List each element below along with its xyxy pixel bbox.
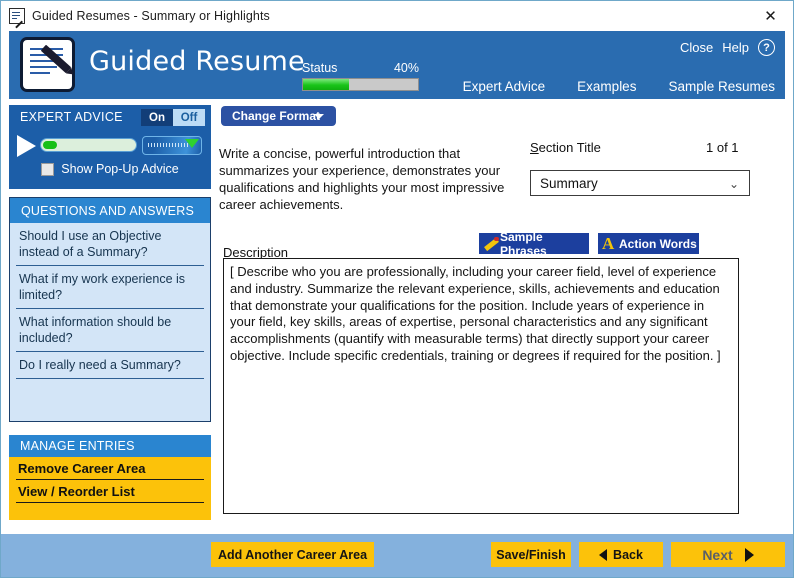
chevron-down-icon: ⌄ (729, 177, 739, 191)
footer-toolbar: Add Another Career Area Save/Finish Back… (1, 534, 793, 577)
pencil-icon (483, 236, 499, 251)
add-another-career-area-button[interactable]: Add Another Career Area (211, 542, 374, 567)
back-button[interactable]: Back (579, 542, 663, 567)
manage-entries-header: MANAGE ENTRIES (9, 435, 211, 457)
volume-handle-icon[interactable] (185, 139, 199, 148)
qa-list: Should I use an Objective instead of a S… (10, 223, 210, 379)
seek-fill (43, 141, 57, 149)
list-item[interactable]: What information should be included? (16, 309, 204, 352)
section-title-rest: ection Title (539, 140, 601, 155)
list-item[interactable]: Do I really need a Summary? (16, 352, 204, 379)
expert-advice-toggle: On Off (141, 109, 205, 126)
examples-link[interactable]: Examples (577, 79, 636, 94)
show-popup-advice-label: Show Pop-Up Advice (61, 162, 178, 176)
change-format-button[interactable]: Change Format (221, 106, 336, 126)
section-title-label: Section Title (530, 140, 601, 155)
window-title: Guided Resumes - Summary or Highlights (32, 9, 270, 23)
header-bottom-links: Expert Advice Examples Sample Resumes (463, 79, 775, 94)
expert-advice-panel: EXPERT ADVICE On Off Show Pop-Up Advice (9, 105, 211, 189)
titlebar: Guided Resumes - Summary or Highlights ✕ (1, 1, 793, 30)
sample-phrases-label: Sample Phrases (500, 230, 589, 258)
expert-advice-header: EXPERT ADVICE On Off (9, 105, 211, 129)
app-header: Guided Resume Status 40% Close Help ? Ex… (9, 31, 785, 99)
document-pencil-logo-icon (20, 37, 75, 92)
save-finish-button[interactable]: Save/Finish (491, 542, 571, 567)
seek-slider[interactable] (40, 138, 137, 152)
expert-advice-title: EXPERT ADVICE (20, 110, 123, 124)
questions-and-answers-panel: QUESTIONS AND ANSWERS Should I use an Ob… (9, 197, 211, 422)
close-link[interactable]: Close (680, 40, 713, 55)
section-title-value: Summary (540, 176, 598, 191)
remove-career-area-link[interactable]: Remove Career Area (16, 457, 204, 480)
close-window-button[interactable]: ✕ (748, 1, 793, 30)
change-format-label: Change Format (232, 109, 320, 123)
list-item[interactable]: What if my work experience is limited? (16, 266, 204, 309)
page-counter: 1 of 1 (706, 140, 739, 155)
expert-advice-link[interactable]: Expert Advice (463, 79, 546, 94)
audio-player (9, 131, 211, 161)
document-pencil-icon (9, 8, 25, 24)
qa-header: QUESTIONS AND ANSWERS (10, 198, 210, 223)
chevron-down-icon (314, 114, 324, 119)
action-words-label: Action Words (619, 237, 697, 251)
status-track (302, 78, 419, 91)
view-reorder-list-link[interactable]: View / Reorder List (16, 480, 204, 503)
help-icon[interactable]: ? (758, 39, 775, 56)
show-popup-advice-checkbox[interactable] (41, 163, 54, 176)
status-fill (303, 79, 349, 90)
sample-resumes-link[interactable]: Sample Resumes (668, 79, 775, 94)
sample-phrases-button[interactable]: Sample Phrases (479, 233, 589, 254)
toggle-off-button[interactable]: Off (173, 109, 205, 126)
guided-resume-window: Guided Resumes - Summary or Highlights ✕… (0, 0, 794, 578)
next-button[interactable]: Next (671, 542, 785, 567)
back-label: Back (613, 548, 643, 562)
chevron-right-icon (745, 548, 754, 562)
toggle-on-button[interactable]: On (141, 109, 173, 126)
play-icon[interactable] (17, 135, 36, 157)
brand-title: Guided Resume (89, 46, 305, 77)
intro-instructions: Write a concise, powerful introduction t… (219, 145, 509, 213)
status-label: Status (302, 61, 337, 75)
section-title-accesskey: S (530, 140, 539, 155)
next-label: Next (702, 547, 732, 563)
status-progress: Status 40% (302, 61, 419, 91)
status-percent: 40% (394, 61, 419, 75)
volume-slider[interactable] (142, 136, 202, 155)
qa-title: QUESTIONS AND ANSWERS (21, 204, 194, 218)
manage-entries-panel: MANAGE ENTRIES Remove Career Area View /… (9, 435, 211, 520)
chevron-left-icon (599, 549, 607, 561)
manage-entries-title: MANAGE ENTRIES (20, 439, 135, 453)
help-link[interactable]: Help (722, 40, 749, 55)
show-popup-advice-row: Show Pop-Up Advice (9, 162, 211, 176)
manage-entries-list: Remove Career Area View / Reorder List (9, 457, 211, 503)
list-item[interactable]: Should I use an Objective instead of a S… (16, 223, 204, 266)
section-title-select[interactable]: Summary ⌄ (530, 170, 750, 196)
description-textarea[interactable]: [ Describe who you are professionally, i… (223, 258, 739, 514)
header-top-links: Close Help ? (680, 39, 775, 56)
letter-a-icon: A (602, 235, 618, 252)
action-words-button[interactable]: A Action Words (598, 233, 699, 254)
